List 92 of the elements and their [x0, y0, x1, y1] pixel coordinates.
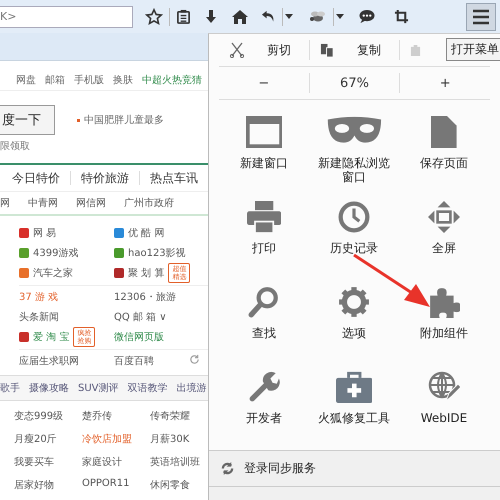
category-tab[interactable]: 特价旅游	[75, 170, 135, 186]
top-link[interactable]: 手机版	[74, 73, 104, 90]
site-link[interactable]: hao123影视	[128, 246, 186, 260]
top-link[interactable]: 换肤	[113, 73, 133, 90]
zoom-out-button[interactable]: −	[219, 74, 309, 92]
dropdown-caret-icon[interactable]	[285, 14, 293, 19]
hot-link[interactable]: 家庭设计	[82, 455, 150, 469]
tooltip: 打开菜单	[446, 38, 500, 61]
hot-link[interactable]: 休闲零食	[150, 478, 208, 492]
site-link[interactable]: 爱 淘 宝	[33, 330, 70, 344]
top-link[interactable]: 中超火热竞猜	[142, 73, 202, 90]
refresh-icon[interactable]	[189, 354, 200, 365]
sync-button[interactable]: 登录同步服务	[221, 460, 316, 477]
top-link[interactable]: 网盘	[16, 73, 36, 90]
menu-item[interactable]: 查找	[219, 280, 309, 365]
clock-icon	[338, 200, 370, 233]
puzzle-piece-icon	[428, 286, 460, 318]
zoom-in-button[interactable]: +	[400, 74, 490, 92]
site-link[interactable]: 4399游戏	[33, 246, 78, 260]
top-link[interactable]: 邮箱	[45, 73, 65, 90]
scissors-icon	[229, 42, 245, 58]
printer-icon	[246, 200, 282, 233]
menu-item[interactable]: 附加组件	[399, 280, 489, 365]
hot-link[interactable]: 英语培训班	[150, 455, 208, 469]
download-icon[interactable]	[203, 8, 219, 24]
site-link[interactable]: 广州市政府	[124, 196, 174, 210]
hot-link[interactable]: 传奇荣耀	[150, 409, 208, 423]
category-tab[interactable]: 热点车讯	[144, 170, 204, 186]
news-tab[interactable]: 双语教学	[128, 381, 168, 395]
cut-button[interactable]: 剪切	[219, 42, 309, 59]
site-link[interactable]: 应届生求职网	[19, 354, 79, 368]
site-link[interactable]: 优 酷 网	[128, 226, 164, 240]
site-link[interactable]: 网信网	[76, 196, 106, 210]
site-link[interactable]: 12306・旅游	[114, 290, 176, 304]
address-field[interactable]: K>	[0, 6, 133, 28]
site-link[interactable]: 聚 划 算	[128, 266, 164, 280]
hot-link[interactable]: 月薪30K	[150, 432, 208, 446]
fullscreen-icon	[428, 200, 460, 233]
site-link[interactable]: 中青网	[28, 196, 58, 210]
menu-item[interactable]: 新建隐私浏览窗口	[309, 110, 399, 195]
menu-item[interactable]: 开发者	[219, 364, 309, 450]
star-icon[interactable]	[145, 8, 163, 26]
reading-list-icon[interactable]	[176, 9, 191, 24]
menu-item[interactable]: WebIDE	[399, 364, 489, 450]
sync-icon	[221, 462, 234, 475]
search-button[interactable]: 度一下	[0, 105, 55, 135]
hint-text: 限领取	[0, 140, 31, 153]
site-link[interactable]: 百度百聘	[114, 354, 154, 368]
menu-item[interactable]: 历史记录	[309, 194, 399, 280]
menu-item[interactable]: 全屏	[399, 194, 489, 280]
site-link[interactable]: 汽车之家	[33, 266, 73, 280]
search-icon	[248, 286, 280, 318]
news-tab[interactable]: 歌手	[0, 381, 20, 395]
site-link[interactable]: 网	[0, 196, 10, 210]
menu-item[interactable]: 新建窗口	[219, 110, 309, 195]
site-link[interactable]: 37 游 戏	[19, 290, 58, 304]
copy-icon	[320, 42, 335, 58]
hot-search-link[interactable]: 中国肥胖儿童最多	[84, 113, 164, 127]
news-tab[interactable]: 出境游	[176, 381, 207, 395]
news-tab[interactable]: 摄像攻略	[29, 381, 69, 395]
gear-icon	[338, 286, 370, 318]
hot-link[interactable]: 我要买车	[14, 455, 82, 469]
home-icon[interactable]	[231, 8, 249, 24]
hot-link[interactable]: 冷饮店加盟	[82, 432, 150, 446]
hot-link[interactable]: 月瘦20斤	[14, 432, 82, 446]
crop-icon[interactable]	[394, 9, 409, 24]
site-link[interactable]: 微信网页版	[114, 330, 164, 344]
chat-bubble-icon[interactable]	[358, 9, 376, 24]
copy-button[interactable]: 复制	[310, 42, 399, 59]
hot-link[interactable]: 变态999级	[14, 409, 82, 423]
hot-link[interactable]: 楚乔传	[82, 409, 150, 423]
window-icon	[246, 116, 282, 148]
menu-button[interactable]	[466, 2, 496, 30]
menu-icon	[472, 8, 490, 24]
hot-link[interactable]: 居家好物	[14, 478, 82, 492]
hot-link[interactable]: OPPOR11	[82, 478, 150, 492]
menu-item[interactable]: 保存页面	[399, 110, 489, 195]
site-link[interactable]: 头条新闻	[19, 310, 59, 324]
menu-item[interactable]: 选项	[309, 280, 399, 365]
site-link[interactable]: QQ 邮 箱 ∨	[114, 310, 167, 324]
document-icon	[431, 116, 457, 148]
site-logo-icon	[19, 332, 29, 342]
dropdown-caret-icon[interactable]	[336, 14, 344, 19]
zoom-reset-button[interactable]: 67%	[310, 74, 400, 92]
menu-item[interactable]: 打印	[219, 194, 309, 280]
site-link[interactable]: 网 易	[33, 226, 56, 240]
wrench-icon	[248, 370, 280, 403]
category-tab[interactable]: 今日特价	[6, 170, 66, 186]
news-tab[interactable]: SUV测评	[78, 381, 119, 395]
first-aid-kit-icon	[336, 370, 372, 403]
menu-item[interactable]: 火狐修复工具	[309, 364, 399, 450]
fly-icon[interactable]	[307, 8, 327, 24]
